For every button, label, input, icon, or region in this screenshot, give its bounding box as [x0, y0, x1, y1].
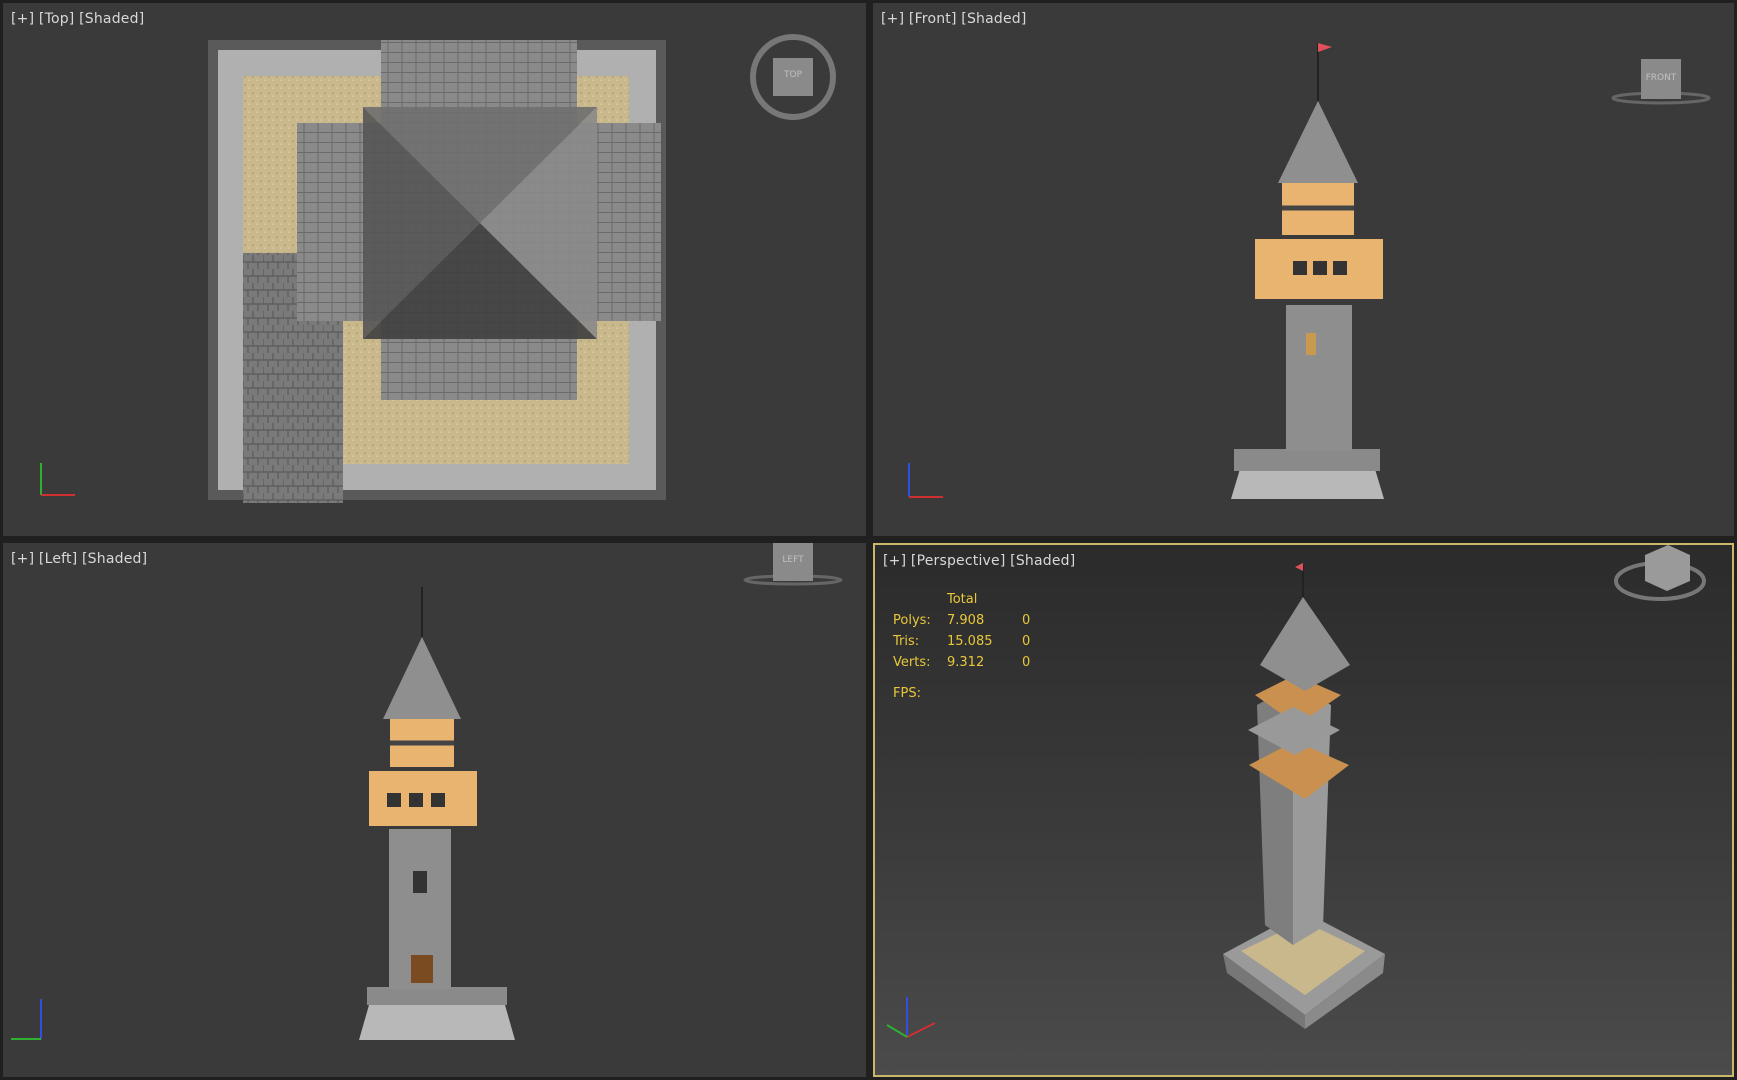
viewport-grid: [+] [Top] [Shaded] TOP [+] [Front] [Shad… [0, 0, 1737, 1080]
axis-tripod-front [908, 463, 943, 498]
viewport-front[interactable]: [+] [Front] [Shaded] FRONT [873, 3, 1734, 536]
viewport-top[interactable]: [+] [Top] [Shaded] TOP [3, 3, 866, 536]
axis-tripod-perspective [886, 997, 936, 1038]
axis-tripod-left [11, 999, 42, 1040]
viewport-left[interactable]: [+] [Left] [Shaded] LEFT [3, 543, 866, 1077]
viewport-perspective[interactable]: [+] [Perspective] [Shaded] Total Polys: … [873, 543, 1734, 1077]
axis-tripod-top [40, 463, 75, 496]
